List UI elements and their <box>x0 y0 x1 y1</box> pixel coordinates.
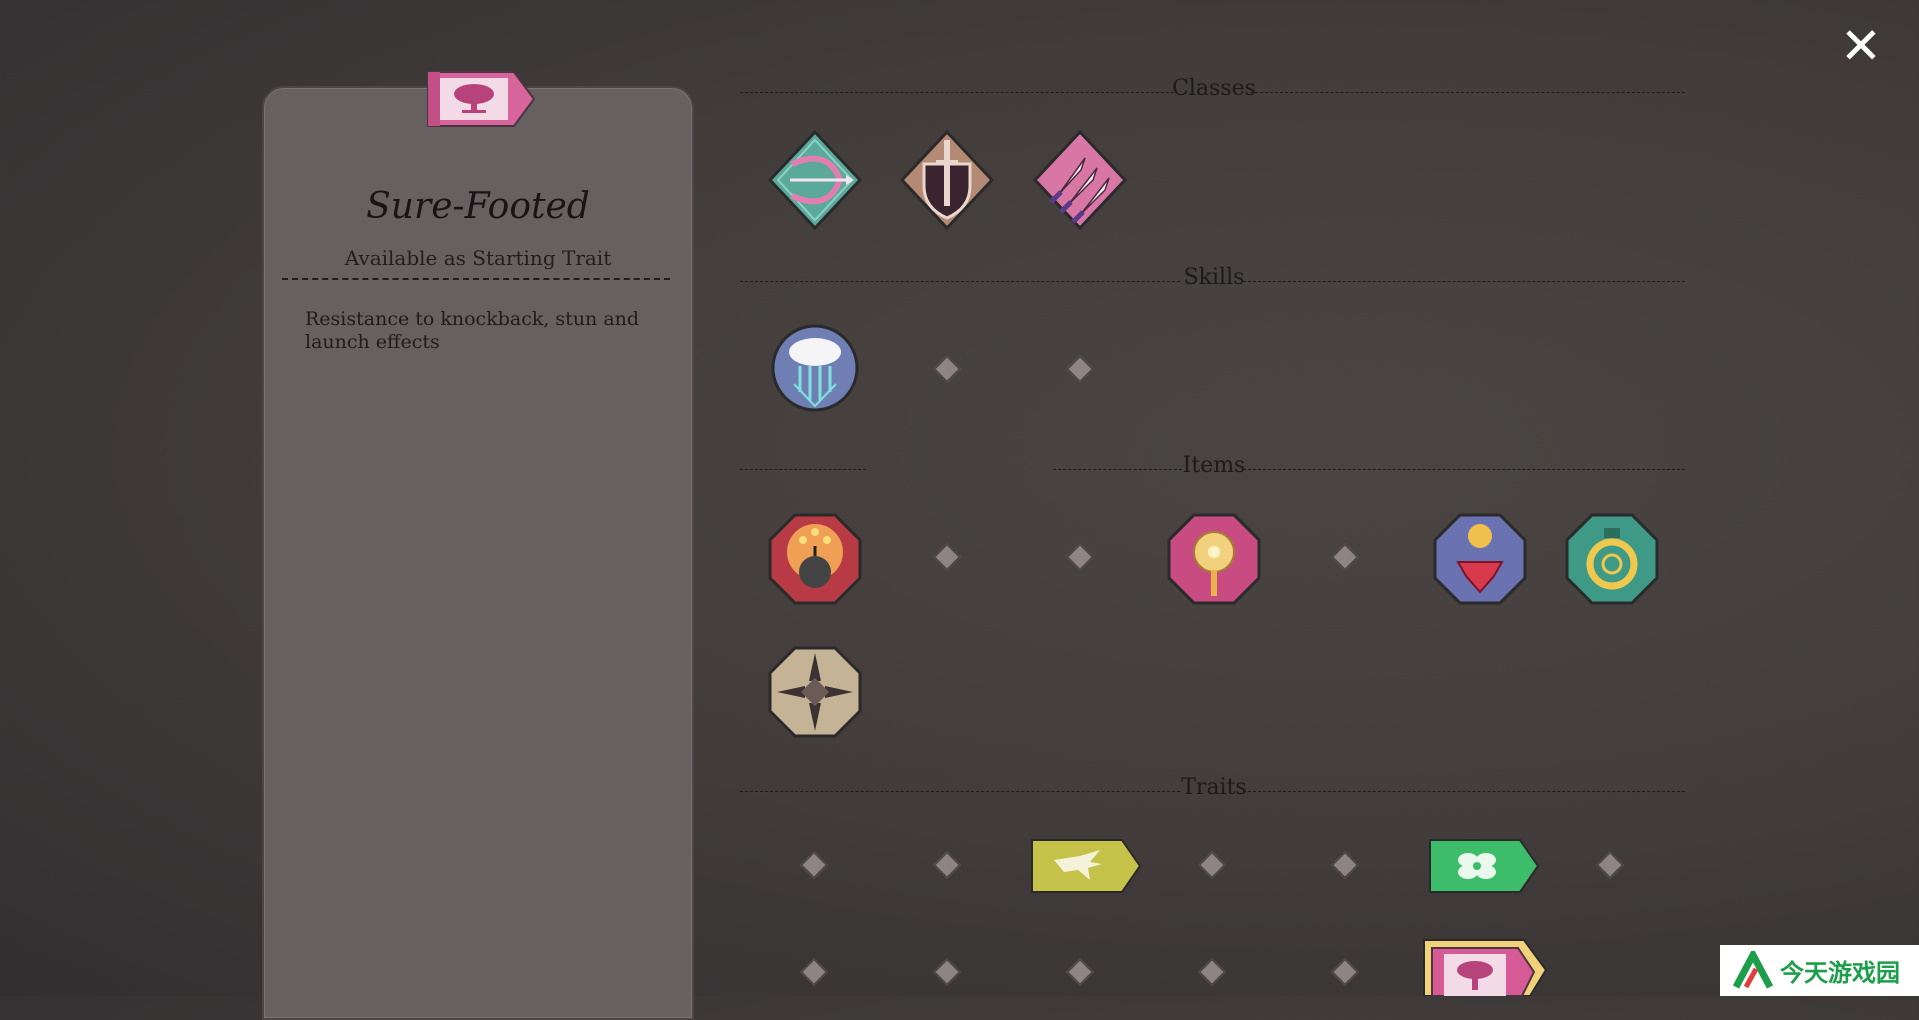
trait-availability: Available as Starting Trait <box>344 246 612 270</box>
ring-icon[interactable] <box>1564 512 1660 606</box>
divider <box>1243 281 1685 282</box>
divider <box>1243 791 1685 792</box>
divider <box>740 469 866 470</box>
empty-slot <box>1330 542 1360 572</box>
rain-cloud-icon[interactable] <box>770 322 860 414</box>
section-title-skills: Skills <box>1183 265 1245 290</box>
divider <box>282 278 670 280</box>
clover-icon[interactable] <box>1428 838 1540 894</box>
bow-icon[interactable] <box>768 130 862 230</box>
empty-slot <box>1065 542 1095 572</box>
trait-title: Sure-Footed <box>366 186 590 227</box>
empty-slot <box>799 850 829 880</box>
gem-icon[interactable] <box>1432 512 1528 606</box>
empty-slot <box>1065 957 1095 987</box>
empty-slot <box>1065 354 1095 384</box>
crossed-blades-icon[interactable] <box>767 645 863 739</box>
sword-shield-icon[interactable] <box>900 130 994 230</box>
tree-icon <box>426 70 536 128</box>
divider <box>740 791 1180 792</box>
empty-slot <box>1330 957 1360 987</box>
tree-icon[interactable] <box>1420 936 1550 996</box>
divider <box>1243 469 1685 470</box>
section-title-items: Items <box>1182 453 1246 478</box>
section-title-classes: Classes <box>1172 76 1256 101</box>
empty-slot <box>1330 850 1360 880</box>
bomb-icon[interactable] <box>767 512 863 606</box>
section-title-traits: Traits <box>1181 775 1247 800</box>
close-icon[interactable]: ✕ <box>1837 21 1885 71</box>
empty-slot <box>1595 850 1625 880</box>
empty-slot <box>932 354 962 384</box>
trait-description: Resistance to knockback, stun and launch… <box>305 308 640 353</box>
empty-slot <box>932 542 962 572</box>
mace-icon[interactable] <box>1166 512 1262 606</box>
empty-slot <box>1197 850 1227 880</box>
empty-slot <box>1197 957 1227 987</box>
divider <box>740 92 1174 93</box>
throwing-knives-icon[interactable] <box>1033 130 1127 230</box>
divider <box>1250 92 1685 93</box>
empty-slot <box>799 957 829 987</box>
divider <box>740 281 1180 282</box>
watermark-text: 今天游戏园 <box>1780 959 1900 987</box>
eagle-icon[interactable] <box>1030 838 1142 894</box>
empty-slot <box>932 850 962 880</box>
empty-slot <box>932 957 962 987</box>
watermark-logo: 今天游戏园 <box>1720 945 1919 996</box>
